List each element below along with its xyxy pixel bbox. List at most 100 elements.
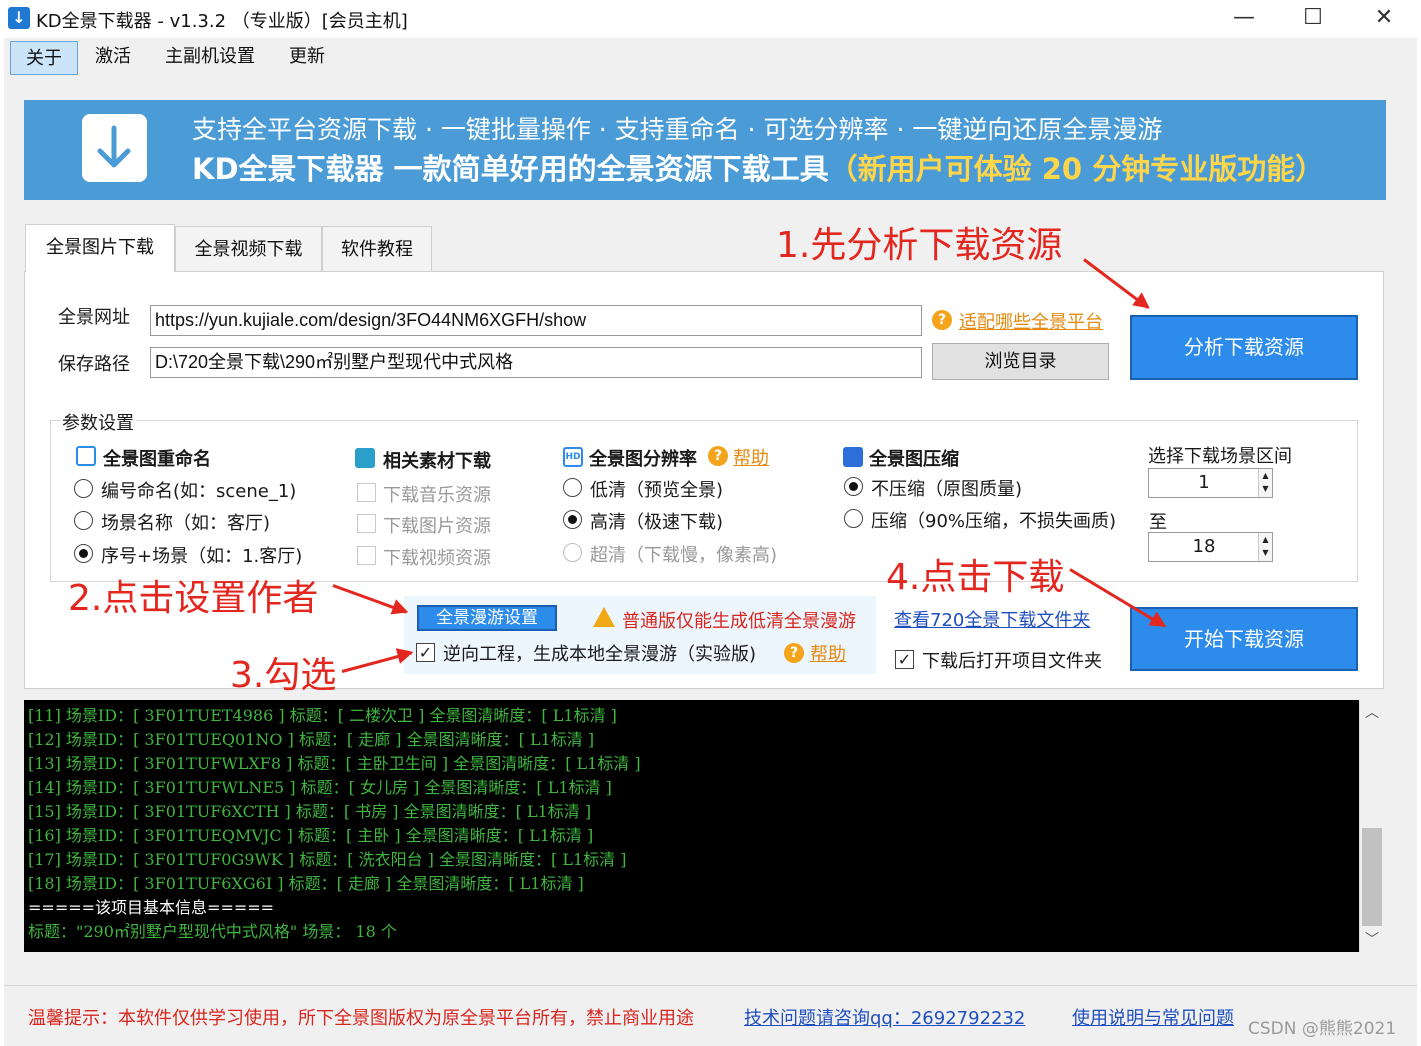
tour-help-link[interactable]: 帮助 <box>810 640 846 666</box>
rename-option-index-scene-radio[interactable] <box>74 544 93 563</box>
compression-90[interactable]: 压缩（90%压缩，不损失画质) <box>871 507 1116 533</box>
compression-title: 全景图压缩 <box>869 449 959 470</box>
platforms-link[interactable]: 适配哪些全景平台 <box>959 308 1103 334</box>
rename-option-scene[interactable]: 场景名称（如：客厅) <box>101 509 270 535</box>
range-from-value: 1 <box>1198 472 1210 493</box>
scroll-thumb[interactable] <box>1362 828 1382 926</box>
faq-link[interactable]: 使用说明与常见问题 <box>1072 1004 1234 1030</box>
question-icon: ? <box>932 310 952 330</box>
footer-divider <box>4 985 1417 986</box>
banner-tagline: KD全景下载器 一款简单好用的全景资源下载工具（新用户可体验 20 分钟专业版功… <box>192 146 1324 188</box>
download-music-label: 下载音乐资源 <box>383 485 491 506</box>
range-to-value: 18 <box>1192 536 1216 557</box>
hd-icon: HD <box>563 447 583 467</box>
scroll-down-icon[interactable]: ﹀ <box>1359 928 1385 952</box>
rename-icon <box>76 446 96 466</box>
resolution-high-radio[interactable] <box>563 510 582 529</box>
path-label: 保存路径 <box>58 354 130 375</box>
resolution-ultra-radio[interactable] <box>563 543 582 562</box>
tour-warning: 普通版仅能生成低清全景漫游 <box>622 611 856 632</box>
analyze-button[interactable]: 分析下载资源 <box>1130 315 1358 380</box>
watermark: CSDN @熊熊2021 <box>1248 1019 1397 1039</box>
banner-tagline-main: KD全景下载器 一款简单好用的全景资源下载工具 <box>192 152 829 186</box>
materials-title: 相关素材下载 <box>383 451 491 472</box>
warning-icon <box>593 607 615 627</box>
maximize-button[interactable]: ☐ <box>1278 0 1348 38</box>
resolution-low[interactable]: 低清（预览全景) <box>590 476 723 502</box>
tab-image-download[interactable]: 全景图片下载 <box>25 224 175 272</box>
view-folder-link[interactable]: 查看720全景下载文件夹 <box>894 606 1090 632</box>
resolution-ultra: 超清（下载慢，像素高) <box>590 545 778 566</box>
open-after-checkbox[interactable]: ✓ <box>895 650 914 669</box>
range-title: 选择下载场景区间 <box>1148 446 1292 467</box>
log-line: [12] 场景ID：[ 3F01TUEQ01NO ] 标题：[ 走廊 ] 全景图… <box>28 730 595 749</box>
compress-icon <box>843 447 863 467</box>
range-to-label: 至 <box>1149 512 1167 533</box>
qq-support-link[interactable]: 技术问题请咨询qq：2692792232 <box>744 1004 1025 1030</box>
rename-option-number-radio[interactable] <box>74 479 93 498</box>
minimize-button[interactable]: — <box>1209 0 1279 38</box>
banner-trial-note: （新用户可体验 20 分钟专业版功能） <box>828 152 1325 186</box>
compression-none-radio[interactable] <box>844 477 863 496</box>
log-line: [15] 场景ID：[ 3F01TUF6XCTH ] 标题：[ 书房 ] 全景图… <box>28 802 592 821</box>
menu-about[interactable]: 关于 <box>10 41 78 75</box>
download-images-label: 下载图片资源 <box>383 516 491 537</box>
log-line: [16] 场景ID：[ 3F01TUEQMVJC ] 标题：[ 主卧 ] 全景图… <box>28 826 594 845</box>
url-input[interactable]: https://yun.kujiale.com/design/3FO44NM6X… <box>150 305 922 336</box>
url-label: 全景网址 <box>58 307 130 328</box>
download-arrow-icon <box>82 114 147 182</box>
resolution-low-radio[interactable] <box>563 478 582 497</box>
log-console: [11] 场景ID：[ 3F01TUET4986 ] 标题：[ 二楼次卫 ] 全… <box>24 700 1359 952</box>
range-to-stepper[interactable]: ▲ ▼ <box>1258 533 1272 561</box>
menu-update[interactable]: 更新 <box>277 40 337 74</box>
resolution-help-link[interactable]: 帮助 <box>733 444 769 470</box>
download-videos-checkbox[interactable] <box>357 546 376 565</box>
params-title: 参数设置 <box>60 409 136 435</box>
download-videos-label: 下载视频资源 <box>383 548 491 569</box>
download-images-checkbox[interactable] <box>357 514 376 533</box>
materials-icon <box>355 448 375 468</box>
banner-features: 支持全平台资源下载 · 一键批量操作 · 支持重命名 · 可选分辨率 · 一键逆… <box>192 115 1163 144</box>
tab-active-joiner <box>26 270 174 273</box>
rename-option-number[interactable]: 编号命名(如：scene_1) <box>101 477 296 503</box>
reverse-engineering-label[interactable]: 逆向工程，生成本地全景漫游（实验版) <box>443 640 756 666</box>
log-line: [14] 场景ID：[ 3F01TUFWLNE5 ] 标题：[ 女儿房 ] 全景… <box>28 778 612 797</box>
log-line: [18] 场景ID：[ 3F01TUF6XG6I ] 标题：[ 走廊 ] 全景图… <box>28 874 584 893</box>
footer-notice: 温馨提示：本软件仅供学习使用，所下全景图版权为原全景平台所有，禁止商业用途 <box>28 1008 694 1029</box>
log-line: =====该项目基本信息===== <box>28 898 275 917</box>
annotation-step1: 1.先分析下载资源 <box>776 225 1063 266</box>
annotation-step3: 3.勾选 <box>230 655 337 696</box>
open-after-label[interactable]: 下载后打开项目文件夹 <box>922 647 1102 673</box>
range-to-input[interactable]: 18 <box>1148 532 1273 562</box>
compression-90-radio[interactable] <box>844 509 863 528</box>
log-line: [13] 场景ID：[ 3F01TUFWLXF8 ] 标题：[ 主卧卫生间 ] … <box>28 754 641 773</box>
tab-video-download[interactable]: 全景视频下载 <box>175 226 322 272</box>
log-line: [11] 场景ID：[ 3F01TUET4986 ] 标题：[ 二楼次卫 ] 全… <box>28 706 617 725</box>
compression-none[interactable]: 不压缩（原图质量) <box>871 475 1022 501</box>
range-from-stepper[interactable]: ▲ ▼ <box>1258 469 1272 497</box>
question-icon: ? <box>708 446 728 466</box>
menu-host-settings[interactable]: 主副机设置 <box>153 40 267 74</box>
window-title: KD全景下载器 - v1.3.2 （专业版）[会员主机] <box>36 11 408 32</box>
save-path-input[interactable]: D:\720全景下载\290㎡别墅户型现代中式风格 <box>150 347 922 378</box>
question-icon: ? <box>784 643 804 663</box>
browse-button[interactable]: 浏览目录 <box>932 343 1109 380</box>
menu-activate[interactable]: 激活 <box>83 40 143 74</box>
range-from-input[interactable]: 1 <box>1148 468 1273 498</box>
scroll-up-icon[interactable]: ︿ <box>1359 701 1385 725</box>
close-button[interactable]: ✕ <box>1349 0 1419 38</box>
log-line: 标题："290㎡别墅户型现代中式风格" 场景： 18 个 <box>28 922 397 941</box>
annotation-step4: 4.点击下载 <box>886 557 1065 598</box>
annotation-step2: 2.点击设置作者 <box>68 578 319 619</box>
resolution-title: 全景图分辨率 <box>589 449 697 470</box>
tab-tutorial[interactable]: 软件教程 <box>322 226 432 272</box>
rename-title: 全景图重命名 <box>103 449 211 470</box>
download-arrow-icon: ↓ <box>8 7 30 29</box>
reverse-engineering-checkbox[interactable]: ✓ <box>416 643 435 662</box>
download-music-checkbox[interactable] <box>357 483 376 502</box>
rename-option-index-scene[interactable]: 序号+场景（如：1.客厅) <box>101 542 302 568</box>
tour-settings-button[interactable]: 全景漫游设置 <box>417 605 557 631</box>
rename-option-scene-radio[interactable] <box>74 511 93 530</box>
resolution-high[interactable]: 高清（极速下载) <box>590 508 723 534</box>
log-line: [17] 场景ID：[ 3F01TUF0G9WK ] 标题：[ 洗衣阳台 ] 全… <box>28 850 627 869</box>
